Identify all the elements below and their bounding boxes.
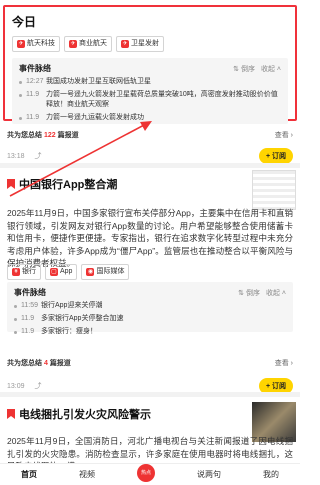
share-icon[interactable]: ⤴ (35, 381, 42, 391)
subscribe-button[interactable]: + 订阅 (258, 148, 293, 164)
bookmark-flag-icon (7, 179, 15, 189)
card-meta: 13:18 ⤴ + 订阅 (7, 148, 293, 164)
tab-comment[interactable]: 说两句 (197, 469, 221, 480)
tag-label: 商业航天 (79, 40, 107, 47)
timeline-item[interactable]: 11.9 力箭一号遥九火箭发射卫星载荷总质量突破10吨，高密度发射推动股价价值释放… (19, 90, 281, 110)
tag-list: ¥ 银行 ▢ App ◉ 国际媒体 (7, 264, 130, 280)
news-thumbnail[interactable] (252, 170, 296, 210)
bank-icon: ¥ (12, 268, 20, 276)
publish-time: 13:18 (7, 152, 25, 160)
tag-label: 航天科技 (27, 40, 55, 47)
sort-toggle[interactable]: ⇅ 倒序 (238, 288, 260, 298)
collapse-toggle[interactable]: 收起 ˄ (261, 64, 281, 74)
view-more-link[interactable]: 查看 › (275, 358, 293, 368)
tab-video[interactable]: 视频 (79, 469, 95, 480)
collapse-toggle[interactable]: 收起 ˄ (266, 288, 286, 298)
report-summary[interactable]: 共为您总结 122 篇报道 查看 › (7, 130, 293, 140)
tag-satellite-launch[interactable]: ✈ 卫星发射 (116, 36, 164, 52)
tag-international-media[interactable]: ◉ 国际媒体 (81, 264, 130, 280)
timeline-item[interactable]: 11.9 多家银行App关停整合加速 (14, 314, 286, 324)
sort-toggle[interactable]: ⇅ 倒序 (233, 64, 255, 74)
news-title[interactable]: 中国银行App整合潮 (7, 176, 117, 192)
rocket-icon: ✈ (17, 40, 25, 48)
tag-commercial-space[interactable]: ✈ 商业航天 (64, 36, 112, 52)
report-summary[interactable]: 共为您总结 4 篇报道 查看 › (7, 358, 293, 368)
tag-list: ✈ 航天科技 ✈ 商业航天 ✈ 卫星发射 (12, 36, 288, 52)
media-icon: ◉ (86, 268, 95, 276)
highlighted-news-card[interactable]: 今日 ✈ 航天科技 ✈ 商业航天 ✈ 卫星发射 事件脉络 ⇅ 倒序 收起 ˄ 12:2… (3, 5, 297, 124)
publish-time: 13:09 (7, 382, 25, 390)
tab-home[interactable]: 首页 (21, 469, 37, 480)
tag-label: 卫星发射 (131, 40, 159, 47)
timeline-item[interactable]: 11.9 力箭一号遥九运载火箭发射成功 (19, 113, 281, 123)
event-timeline: 事件脉络 ⇅ 倒序 收起 ˄ 12:27 我国成功发射卫星互联网低轨卫星 11.9… (12, 58, 288, 124)
event-timeline: 事件脉络 ⇅ 倒序 收起 ˄ 11:59 银行App迎来关停潮 11.9 多家银行A… (7, 282, 293, 335)
view-more-link[interactable]: 查看 › (275, 130, 293, 140)
tab-hot[interactable]: 热点 (137, 463, 155, 482)
rocket-icon: ✈ (69, 40, 77, 48)
tag-app[interactable]: ▢ App (45, 264, 78, 280)
app-icon: ▢ (50, 268, 58, 276)
bottom-tab-bar: 首页 视频 热点 说两句 我的 (0, 463, 300, 485)
news-summary[interactable]: 2025年11月9日，中国多家银行宣布关停部分App，主要集中在信用卡和直销银行… (7, 207, 293, 270)
tab-me[interactable]: 我的 (263, 469, 279, 480)
card-title: 今日 (12, 15, 37, 29)
share-icon[interactable]: ⤴ (35, 151, 42, 161)
timeline-item[interactable]: 11:59 银行App迎来关停潮 (14, 301, 286, 311)
tag-bank[interactable]: ¥ 银行 (7, 264, 41, 280)
rocket-icon: ✈ (121, 40, 129, 48)
timeline-item[interactable]: 11.9 多家银行：瘦身！ (14, 327, 286, 337)
divider (0, 163, 300, 168)
timeline-item[interactable]: 12:27 我国成功发射卫星互联网低轨卫星 (19, 77, 281, 87)
bookmark-flag-icon (7, 409, 15, 419)
timeline-title: 事件脉络 (19, 64, 51, 73)
tag-aerospace[interactable]: ✈ 航天科技 (12, 36, 60, 52)
news-title[interactable]: 电线捆扎引发火灾风险警示 (7, 406, 151, 422)
divider (0, 392, 300, 397)
